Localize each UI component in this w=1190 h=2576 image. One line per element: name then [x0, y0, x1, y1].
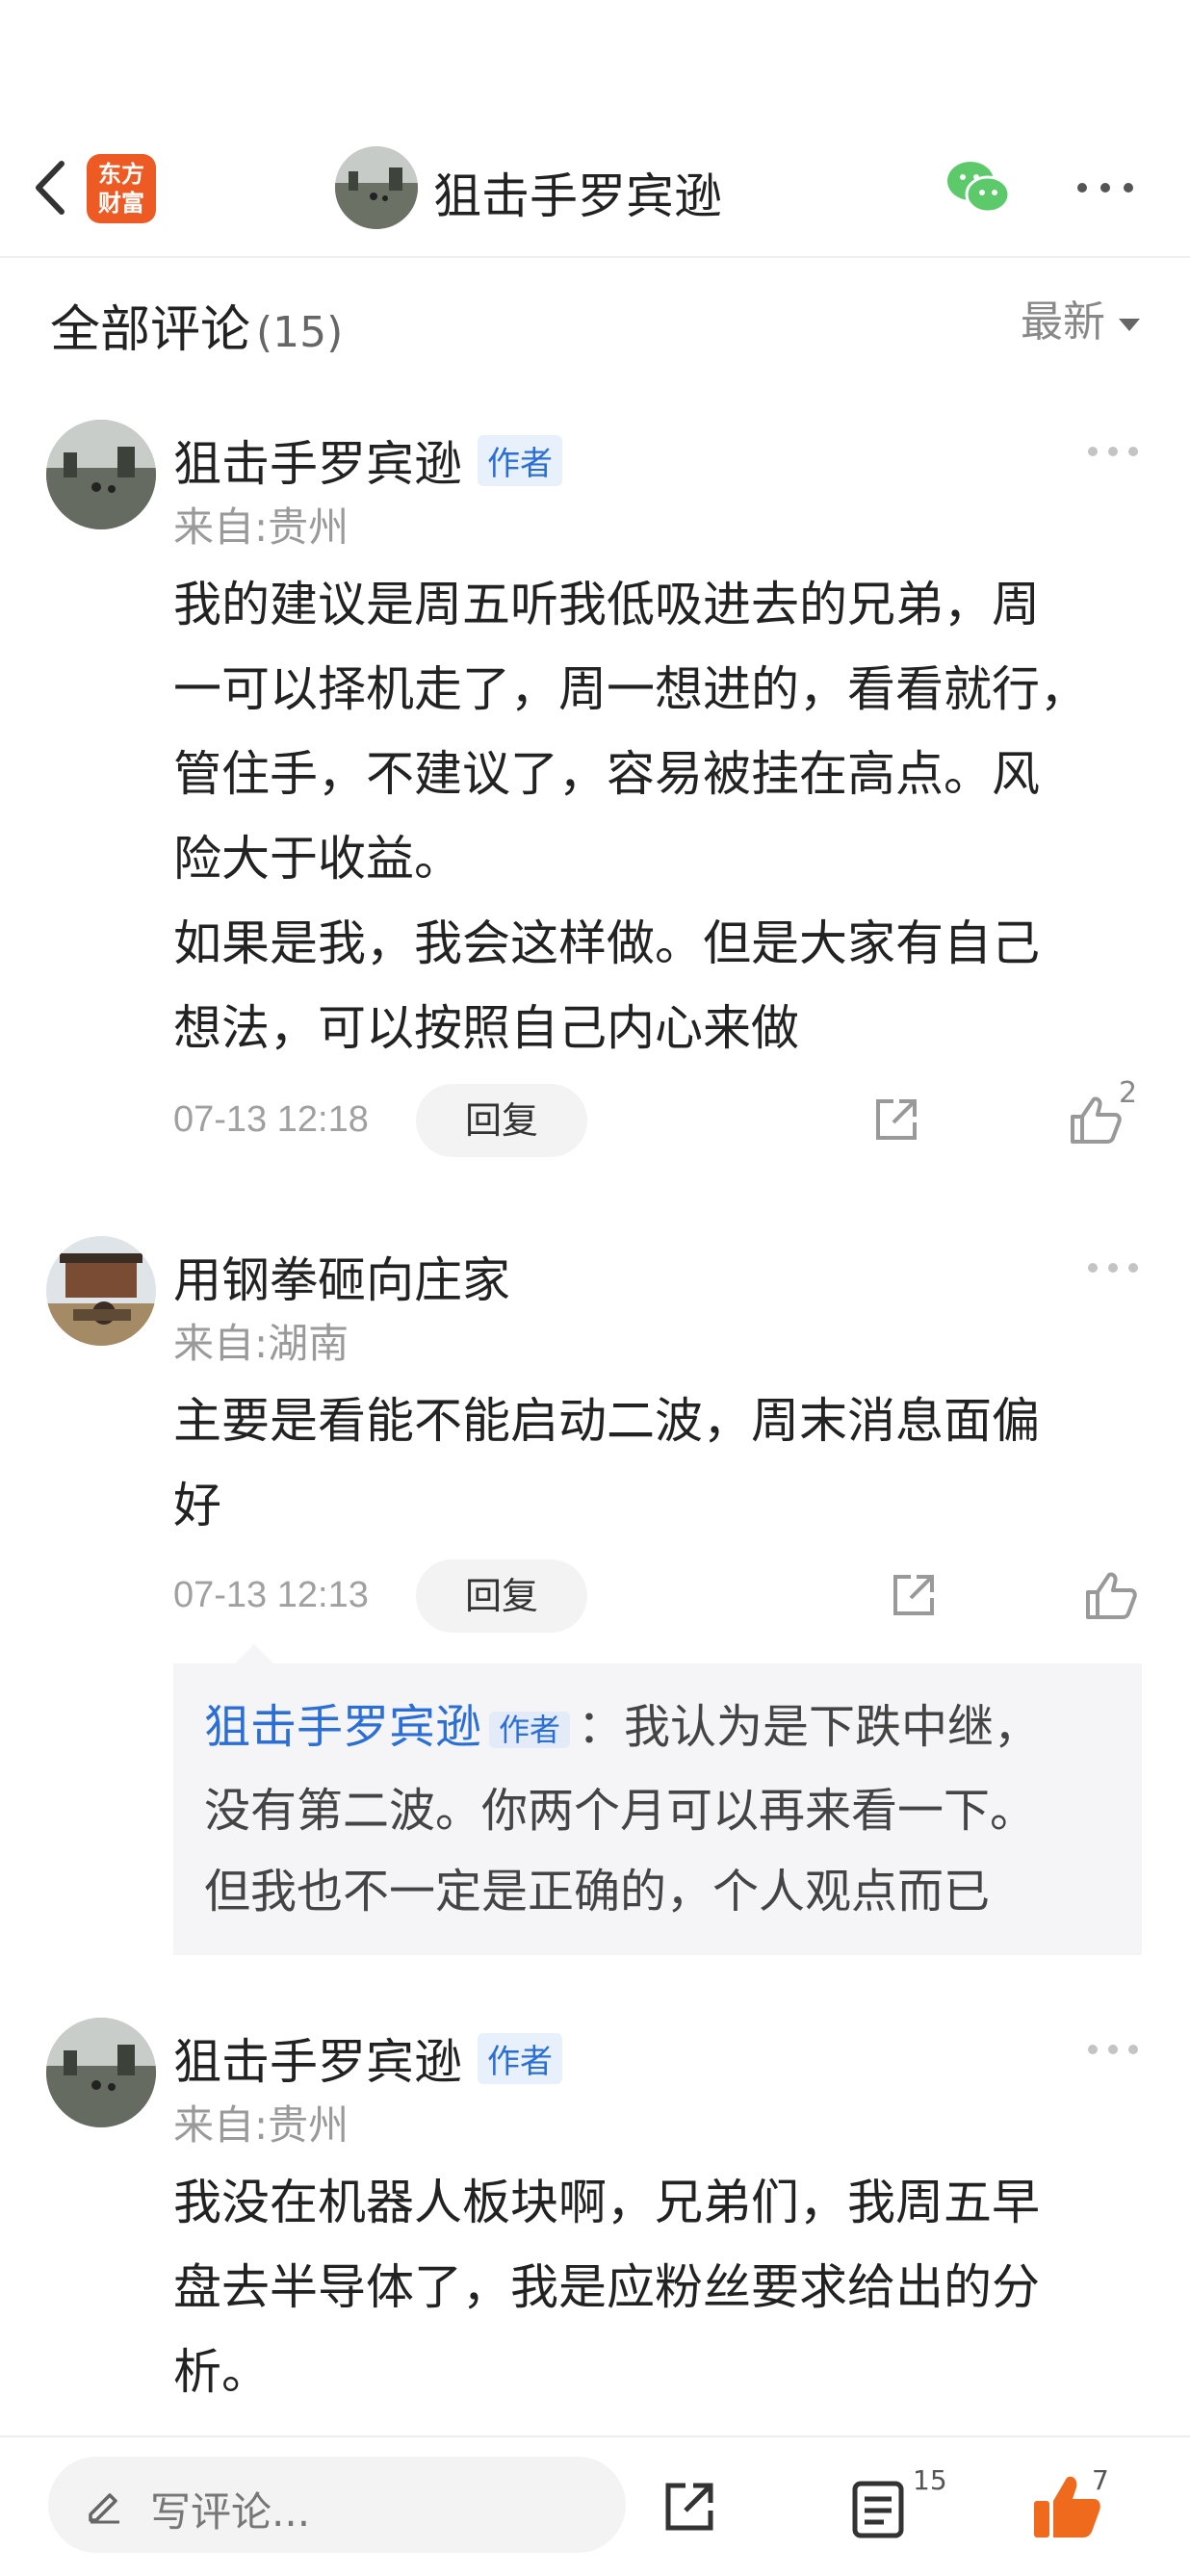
like-count-badge: 7 — [1092, 2464, 1109, 2496]
thumbs-up-icon[interactable] — [1069, 1094, 1123, 1146]
wechat-icon[interactable] — [944, 158, 1013, 216]
author-reply-box[interactable]: 狙击手罗宾逊 作者 ：我认为是下跌中继， 没有第二波。你两个月可以再来看一下。 但我… — [173, 1663, 1142, 1955]
commenter-name[interactable]: 用钢拳砸向庄家 — [173, 1242, 510, 1311]
comment-line: 我没在机器人板块啊，兄弟们，我周五早 — [173, 2175, 1040, 2230]
reply-button[interactable]: 回复 — [416, 1559, 587, 1633]
comment-meta-row: 07-13 12:13 回复 — [173, 1559, 1146, 1633]
back-arrow-icon[interactable] — [23, 154, 81, 221]
comment-input[interactable]: 写评论... — [48, 2457, 626, 2553]
comment-line: 我的建议是周五听我低吸进去的兄弟，周 — [173, 577, 1040, 632]
comment-count-badge: 15 — [913, 2464, 947, 2496]
commenter-name[interactable]: 狙击手罗宾逊 — [173, 425, 462, 495]
top-nav-bar: 东方 财富 狙击手罗宾逊 — [0, 0, 1190, 258]
bottom-action-bar: 写评论... 15 7 — [0, 2435, 1190, 2576]
commenter-name-row: 用钢拳砸向庄家 — [173, 1242, 510, 1311]
comment-more-icon[interactable] — [1086, 445, 1140, 458]
brand-logo-line1: 东方 — [98, 161, 144, 188]
author-badge: 作者 — [478, 2032, 562, 2084]
thumbs-up-icon[interactable] — [1084, 1569, 1138, 1621]
reply-line: 没有第二波。你两个月可以再来看一下。 — [204, 1784, 1037, 1838]
comment-line: 如果是我，我会这样做。但是大家有自己 — [173, 915, 1040, 971]
avatar-photo-icon — [46, 1236, 156, 1346]
commenter-avatar[interactable] — [46, 1236, 156, 1346]
author-badge: 作者 — [489, 1712, 571, 1748]
comment-text: 我的建议是周五听我低吸进去的兄弟，周 一可以择机走了，周一想进的，看看就行， 管… — [173, 562, 1146, 1070]
more-options-icon[interactable] — [1074, 173, 1136, 202]
comment-line: 管住手，不建议了，容易被挂在高点。风 — [173, 746, 1040, 802]
commenter-location: 来自:贵州 — [173, 503, 349, 551]
commenter-name-row: 狙击手罗宾逊 作者 — [173, 425, 562, 495]
comment-line: 险大于收益。 — [173, 831, 462, 887]
comment-line: 想法，可以按照自己内心来做 — [173, 1000, 799, 1056]
commenter-location: 来自:湖南 — [173, 1320, 349, 1367]
commenter-avatar[interactable] — [46, 420, 156, 529]
page-title: 狙击手罗宾逊 — [433, 168, 722, 224]
comments-list-icon[interactable] — [851, 2480, 905, 2539]
comment-time: 07-13 12:13 — [173, 1575, 369, 1615]
comments-title: 全部评论 — [50, 301, 251, 359]
comment-time: 07-13 12:18 — [173, 1099, 369, 1140]
commenter-location: 来自:贵州 — [173, 2101, 349, 2149]
avatar-photo-icon — [46, 2018, 156, 2127]
comment-more-icon[interactable] — [1086, 1261, 1140, 1275]
share-icon[interactable] — [890, 1571, 938, 1619]
caret-down-icon — [1119, 318, 1140, 331]
avatar-photo-icon — [46, 420, 156, 529]
author-badge: 作者 — [478, 434, 562, 486]
sort-dropdown[interactable]: 最新 — [1021, 287, 1140, 348]
comment-line: 析。 — [173, 2344, 270, 2400]
comment-meta-row: 07-13 12:18 回复 2 — [173, 1076, 1146, 1157]
comment-line: 盘去半导体了，我是应粉丝要求给出的分 — [173, 2259, 1040, 2315]
reply-pointer-icon — [235, 1644, 273, 1663]
avatar-photo-icon — [335, 146, 418, 229]
reply-button[interactable]: 回复 — [416, 1084, 587, 1157]
share-icon[interactable] — [660, 2478, 718, 2536]
commenter-name[interactable]: 狙击手罗宾逊 — [173, 2023, 462, 2093]
reply-line: 狙击手罗宾逊 作者 ：我认为是下跌中继， — [204, 1687, 1111, 1770]
brand-logo-line2: 财富 — [98, 190, 144, 217]
reply-line: 但我也不一定是正确的，个人观点而已 — [204, 1865, 991, 1919]
comment-text: 我没在机器人板块啊，兄弟们，我周五早 盘去半导体了，我是应粉丝要求给出的分 析。 — [173, 2160, 1146, 2414]
sort-label: 最新 — [1021, 297, 1105, 347]
comments-count: (15) — [256, 308, 344, 357]
comment-text: 主要是看能不能启动二波，周末消息面偏 好 — [173, 1378, 1146, 1548]
like-count: 2 — [1119, 1076, 1138, 1110]
reply-text: ：我认为是下跌中继， — [578, 1700, 1041, 1754]
comments-section-title: 全部评论 (15) — [50, 289, 343, 361]
share-icon[interactable] — [872, 1095, 920, 1144]
comment-line: 好 — [173, 1478, 221, 1533]
comment-line: 一可以择机走了，周一想进的，看看就行， — [173, 661, 1088, 717]
comment-line: 主要是看能不能启动二波，周末消息面偏 — [173, 1393, 1040, 1449]
comment-input-placeholder: 写评论... — [150, 2488, 311, 2536]
author-avatar[interactable] — [335, 146, 418, 229]
commenter-avatar[interactable] — [46, 2018, 156, 2127]
commenter-name-row: 狙击手罗宾逊 作者 — [173, 2023, 562, 2093]
brand-logo[interactable]: 东方 财富 — [87, 154, 156, 223]
pencil-icon — [89, 2493, 119, 2524]
comment-more-icon[interactable] — [1086, 2043, 1140, 2056]
reply-author-name[interactable]: 狙击手罗宾逊 — [204, 1700, 481, 1754]
